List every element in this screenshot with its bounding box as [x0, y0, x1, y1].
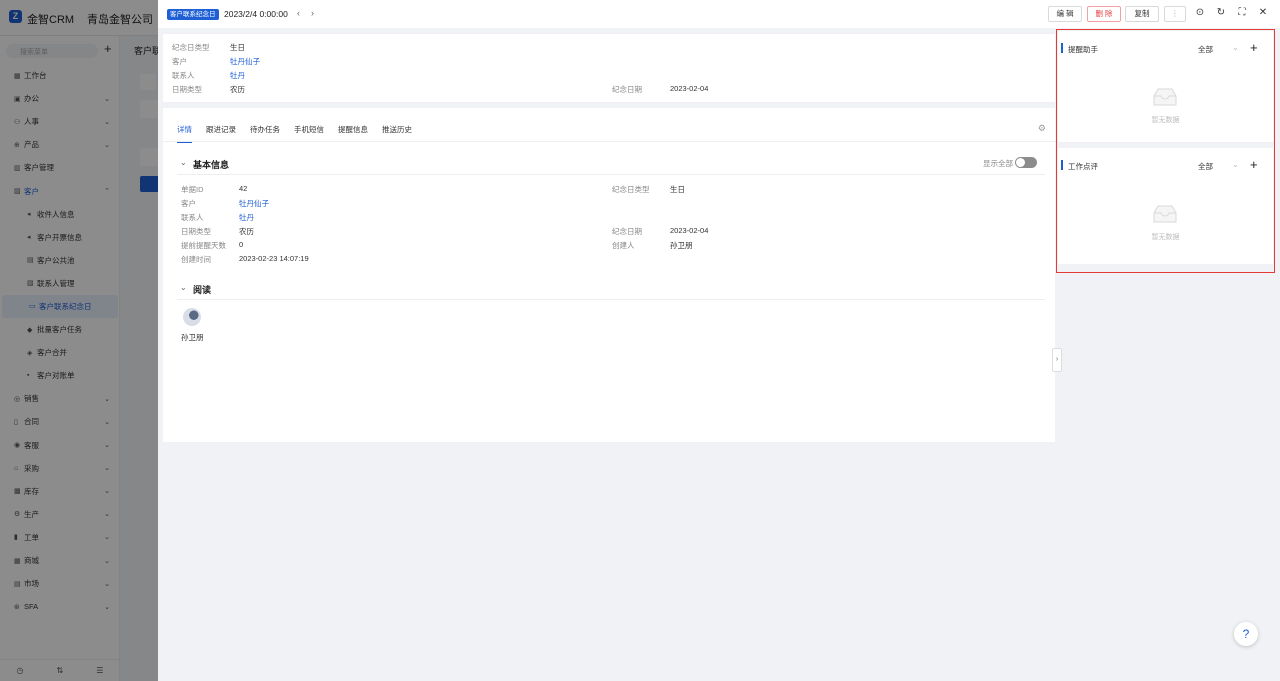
- read-section-title: 阅读: [193, 285, 212, 295]
- record-date: 2023/2/4 0:00:00: [224, 9, 288, 19]
- date-value: 2023-02-04: [670, 226, 709, 235]
- datetype-value: 农历: [239, 227, 254, 236]
- summary-card: 纪念日类型 生日 客户 牡丹仙子 联系人 牡丹 日期类型 农历 纪念日期 202…: [163, 34, 1055, 102]
- summary-date-label: 纪念日期: [612, 85, 642, 94]
- record-type-tag: 客户联系纪念日: [167, 9, 219, 20]
- basic-info-title: 基本信息: [193, 160, 230, 170]
- chevron-down-icon[interactable]: ⌄: [180, 283, 187, 292]
- delete-button[interactable]: 删 除: [1087, 6, 1121, 22]
- prev-record-icon[interactable]: ‹: [297, 8, 300, 18]
- title-accent-bar: [1061, 43, 1063, 53]
- summary-customer-link[interactable]: 牡丹仙子: [230, 56, 260, 67]
- copy-button[interactable]: 复制: [1125, 6, 1159, 22]
- work-review-card: 工作点评 全部 ⌄ + 暂无数据: [1058, 148, 1273, 264]
- summary-type-label: 纪念日类型: [172, 43, 210, 52]
- settings-icon[interactable]: ⚙: [1038, 123, 1046, 134]
- tabs-divider: [163, 141, 1060, 142]
- title-accent-bar: [1061, 160, 1063, 170]
- type-value: 生日: [670, 185, 685, 194]
- date-label: 纪念日期: [612, 227, 642, 236]
- collapse-right-panel-button[interactable]: ›: [1052, 348, 1062, 372]
- empty-inbox-icon: [1153, 88, 1177, 106]
- chevron-down-icon[interactable]: ⌄: [1232, 160, 1239, 169]
- refresh-icon[interactable]: ↻: [1215, 7, 1227, 18]
- type-label: 纪念日类型: [612, 185, 650, 194]
- chevron-down-icon[interactable]: ⌄: [1232, 43, 1239, 52]
- summary-datetype-value: 农历: [230, 85, 245, 94]
- fullscreen-icon[interactable]: ⛶: [1236, 7, 1248, 18]
- creator-label: 创建人: [612, 241, 635, 250]
- reminder-filter-select[interactable]: 全部: [1198, 44, 1213, 55]
- add-review-button[interactable]: +: [1250, 157, 1258, 172]
- contact-link[interactable]: 牡丹: [239, 212, 254, 223]
- creator-value: 孙卫朋: [670, 241, 693, 250]
- datetype-label: 日期类型: [181, 227, 211, 236]
- right-side-panel: 提醒助手 全部 ⌄ + 暂无数据 工作点评 全部 ⌄ + 暂无数据: [1056, 29, 1275, 273]
- reminder-assistant-card: 提醒助手 全部 ⌄ + 暂无数据: [1058, 31, 1273, 142]
- summary-contact-link[interactable]: 牡丹: [230, 70, 245, 81]
- id-value: 42: [239, 184, 248, 193]
- drawer-header: 客户联系纪念日 2023/2/4 0:00:00 ‹ › 编 辑 删 除 复制 …: [158, 0, 1280, 28]
- review-title: 工作点评: [1068, 162, 1098, 171]
- show-all-label: 显示全部: [983, 159, 1013, 168]
- contact-label: 联系人: [181, 213, 204, 222]
- advance-days-label: 提前提醒天数: [181, 241, 226, 250]
- summary-contact-label: 联系人: [172, 71, 195, 80]
- customer-label: 客户: [181, 199, 196, 208]
- summary-customer-label: 客户: [172, 57, 187, 66]
- edit-button[interactable]: 编 辑: [1048, 6, 1082, 22]
- play-icon[interactable]: ⊙: [1194, 7, 1206, 18]
- created-time-label: 创建时间: [181, 255, 211, 264]
- close-icon[interactable]: ✕: [1257, 7, 1269, 18]
- summary-type-value: 生日: [230, 43, 245, 52]
- add-reminder-button[interactable]: +: [1250, 40, 1258, 55]
- avatar: [183, 308, 201, 326]
- detail-drawer: 客户联系纪念日 2023/2/4 0:00:00 ‹ › 编 辑 删 除 复制 …: [158, 0, 1280, 681]
- advance-days-value: 0: [239, 240, 244, 249]
- summary-date-value: 2023-02-04: [670, 84, 709, 93]
- next-record-icon[interactable]: ›: [311, 8, 314, 18]
- id-label: 单据ID: [181, 185, 204, 194]
- section-divider: [177, 174, 1045, 175]
- detail-card: 详情 跟进记录 待办任务 手机短信 提醒信息 推送历史 ⚙ ⌄ 基本信息 显示全部 单据I…: [163, 108, 1060, 442]
- reminder-title: 提醒助手: [1068, 45, 1098, 54]
- customer-link[interactable]: 牡丹仙子: [239, 198, 269, 209]
- reminder-empty-text: 暂无数据: [1151, 117, 1180, 124]
- review-empty-text: 暂无数据: [1151, 234, 1180, 241]
- show-all-toggle[interactable]: [1015, 157, 1037, 168]
- more-actions-button[interactable]: ⋮: [1164, 6, 1186, 22]
- review-filter-select[interactable]: 全部: [1198, 161, 1213, 172]
- reader-name: 孙卫朋: [181, 333, 204, 342]
- help-icon[interactable]: ?: [1234, 622, 1258, 646]
- section-divider: [177, 299, 1045, 300]
- empty-inbox-icon: [1153, 205, 1177, 223]
- created-time-value: 2023-02-23 14:07:19: [239, 254, 309, 263]
- summary-datetype-label: 日期类型: [172, 85, 202, 94]
- chevron-down-icon[interactable]: ⌄: [180, 158, 187, 167]
